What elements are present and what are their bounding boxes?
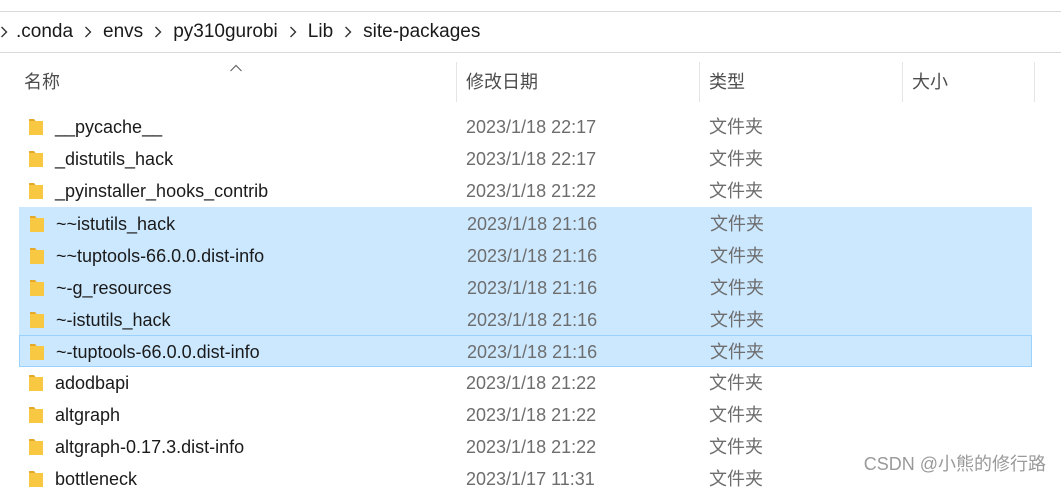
column-divider[interactable] (456, 62, 457, 102)
breadcrumb-item-lib[interactable]: Lib (306, 12, 335, 52)
folder-icon (29, 310, 45, 335)
list-item[interactable]: _pyinstaller_hooks_contrib 2023/1/18 21:… (19, 175, 1032, 207)
column-type[interactable]: 类型 (709, 62, 745, 102)
folder-icon (29, 278, 45, 303)
file-name: ~-istutils_hack (56, 310, 171, 330)
folder-icon (29, 246, 45, 271)
column-date-modified[interactable]: 修改日期 (466, 62, 538, 102)
file-name: bottleneck (55, 469, 138, 489)
column-divider[interactable] (699, 62, 700, 102)
file-type: 文件夹 (710, 310, 764, 330)
breadcrumb-item-env-name[interactable]: py310gurobi (171, 12, 280, 52)
file-date: 2023/1/18 21:16 (467, 310, 598, 330)
list-item-selected[interactable]: ~~istutils_hack 2023/1/18 21:16 文件夹 (19, 207, 1032, 239)
file-type: 文件夹 (710, 278, 764, 298)
breadcrumb: .conda envs py310gurobi Lib site-package… (0, 12, 482, 52)
file-date: 2023/1/18 21:16 (467, 278, 598, 298)
file-date: 2023/1/18 21:22 (466, 181, 597, 201)
file-type: 文件夹 (710, 342, 764, 362)
file-date: 2023/1/18 21:22 (466, 373, 597, 393)
column-name[interactable]: 名称 (24, 62, 60, 102)
folder-icon (29, 342, 45, 367)
address-bar[interactable]: .conda envs py310gurobi Lib site-package… (0, 11, 1061, 53)
breadcrumb-item-site-packages[interactable]: site-packages (361, 12, 482, 52)
watermark-text: CSDN @小熊的修行路 (863, 454, 1046, 474)
chevron-right-icon[interactable] (280, 12, 306, 52)
file-name: altgraph (55, 405, 121, 425)
folder-icon (29, 214, 45, 239)
list-item-selected[interactable]: ~~tuptools-66.0.0.dist-info 2023/1/18 21… (19, 239, 1032, 271)
file-name: altgraph-0.17.3.dist-info (55, 437, 245, 457)
file-name: ~~tuptools-66.0.0.dist-info (56, 246, 265, 266)
file-name: _distutils_hack (55, 149, 174, 169)
column-size[interactable]: 大小 (912, 62, 948, 102)
list-item-selected[interactable]: ~-g_resources 2023/1/18 21:16 文件夹 (19, 271, 1032, 303)
file-type: 文件夹 (709, 469, 763, 489)
list-item-focused[interactable]: ~-tuptools-66.0.0.dist-info 2023/1/18 21… (19, 335, 1032, 367)
folder-icon (28, 149, 44, 174)
file-name: _pyinstaller_hooks_contrib (55, 181, 269, 201)
column-divider[interactable] (902, 62, 903, 102)
file-type: 文件夹 (709, 181, 763, 201)
file-name: adodbapi (55, 373, 130, 393)
chevron-right-icon[interactable] (75, 12, 101, 52)
file-type: 文件夹 (709, 405, 763, 425)
list-item[interactable]: adodbapi 2023/1/18 21:22 文件夹 (19, 367, 1032, 399)
file-type: 文件夹 (709, 117, 763, 137)
file-type: 文件夹 (709, 373, 763, 393)
file-type: 文件夹 (709, 437, 763, 457)
file-date: 2023/1/18 21:22 (466, 405, 597, 425)
file-name: __pycache__ (55, 117, 163, 137)
chevron-right-icon[interactable] (145, 12, 171, 52)
file-type: 文件夹 (709, 149, 763, 169)
chevron-right-icon[interactable] (335, 12, 361, 52)
column-header: 名称 修改日期 类型 大小 (0, 62, 1061, 102)
file-date: 2023/1/18 21:16 (467, 246, 598, 266)
folder-icon (28, 437, 44, 462)
file-date: 2023/1/17 11:31 (466, 469, 595, 489)
file-date: 2023/1/18 21:16 (467, 342, 598, 362)
chevron-right-icon[interactable] (0, 12, 14, 52)
sort-ascending-caret-icon (229, 59, 243, 77)
file-name: ~~istutils_hack (56, 214, 176, 234)
list-item[interactable]: _distutils_hack 2023/1/18 22:17 文件夹 (19, 143, 1032, 175)
file-date: 2023/1/18 22:17 (466, 117, 597, 137)
folder-icon (28, 117, 44, 142)
breadcrumb-item-conda[interactable]: .conda (14, 12, 75, 52)
file-type: 文件夹 (710, 246, 764, 266)
file-type: 文件夹 (710, 214, 764, 234)
breadcrumb-item-envs[interactable]: envs (101, 12, 145, 52)
folder-icon (28, 405, 44, 430)
file-date: 2023/1/18 22:17 (466, 149, 597, 169)
list-item[interactable]: altgraph 2023/1/18 21:22 文件夹 (19, 399, 1032, 431)
folder-icon (28, 373, 44, 398)
list-item[interactable]: __pycache__ 2023/1/18 22:17 文件夹 (19, 111, 1032, 143)
file-date: 2023/1/18 21:16 (467, 214, 598, 234)
file-date: 2023/1/18 21:22 (466, 437, 597, 457)
file-name: ~-g_resources (56, 278, 172, 298)
list-item-selected[interactable]: ~-istutils_hack 2023/1/18 21:16 文件夹 (19, 303, 1032, 335)
file-name: ~-tuptools-66.0.0.dist-info (56, 342, 260, 362)
column-divider[interactable] (1034, 62, 1035, 102)
folder-icon (28, 181, 44, 206)
